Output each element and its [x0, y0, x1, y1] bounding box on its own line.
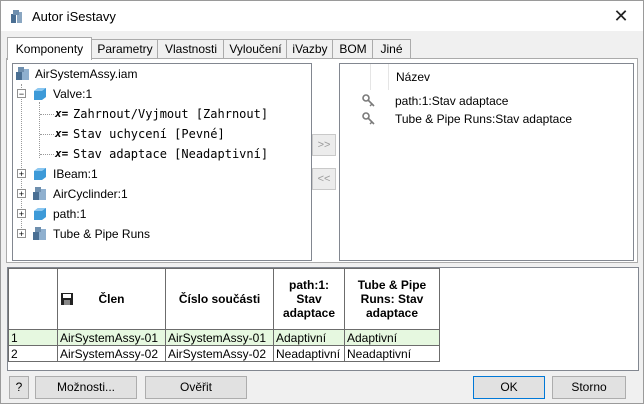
window-title: Autor iSestavy [32, 9, 116, 24]
save-icon [61, 293, 73, 305]
row-number[interactable]: 2 [8, 345, 58, 362]
app-icon [11, 10, 22, 23]
cell-tube-adaptace[interactable]: Adaptivní [344, 329, 440, 346]
component-tree[interactable]: AirSystemAssy.iam − Valve:1 x= Zahrnout/… [12, 63, 312, 261]
verify-button[interactable]: Ověřit [145, 376, 247, 399]
corner-cell [8, 268, 58, 330]
expand-icon[interactable]: + [17, 209, 26, 219]
tree-node-label: IBeam:1 [53, 167, 98, 181]
add-button[interactable]: >> [312, 134, 336, 156]
cell-tube-adaptace[interactable]: Neadaptivní [344, 345, 440, 362]
parameter-icon: x= [55, 127, 69, 140]
column-header-tube-adaptace[interactable]: Tube & Pipe Runs: Stav adaptace [344, 268, 440, 330]
tree-root-label: AirSystemAssy.iam [35, 67, 138, 81]
expand-icon[interactable]: + [17, 229, 26, 239]
tree-node-label: Tube & Pipe Runs [53, 227, 150, 241]
key-icon [362, 112, 375, 125]
cell-part-number[interactable]: AirSystemAssy-02 [165, 345, 274, 362]
table-row[interactable]: 2 AirSystemAssy-02 AirSystemAssy-02 Nead… [8, 345, 440, 362]
column-label: Člen [98, 292, 125, 306]
parameter-icon: x= [55, 107, 69, 120]
tab-komponenty[interactable]: Komponenty [7, 37, 92, 60]
members-grid[interactable]: Člen Číslo součásti path:1: Stav adaptac… [7, 267, 639, 371]
part-icon [34, 168, 46, 180]
column-header-part-number[interactable]: Číslo součásti [165, 268, 274, 330]
expand-icon[interactable]: + [17, 189, 26, 199]
tree-param-label: Stav adaptace [Neadaptivní] [73, 147, 269, 161]
tab-vlastnosti[interactable]: Vlastnosti [157, 39, 225, 59]
column-header-nazev[interactable]: Název [388, 64, 626, 90]
column-header-path-adaptace[interactable]: path:1: Stav adaptace [273, 268, 345, 330]
tab-ivazby[interactable]: iVazby [286, 39, 334, 59]
remove-button[interactable]: << [312, 168, 336, 190]
tree-param-label: Stav uchycení [Pevné] [73, 127, 225, 141]
cell-path-adaptace[interactable]: Adaptivní [273, 329, 345, 346]
components-tab-panel: AirSystemAssy.iam − Valve:1 x= Zahrnout/… [6, 58, 638, 263]
cell-member[interactable]: AirSystemAssy-01 [57, 329, 166, 346]
tree-param-label: Zahrnout/Vyjmout [Zahrnout] [73, 107, 269, 121]
expand-icon[interactable]: + [17, 169, 26, 179]
assembly-icon [16, 67, 29, 80]
cell-member[interactable]: AirSystemAssy-02 [57, 345, 166, 362]
help-icon: ? [15, 380, 23, 394]
assembly-icon [33, 187, 46, 200]
parameter-icon: x= [55, 147, 69, 160]
dialog-window: Autor iSestavy ✕ Komponenty Parametry Vl… [0, 0, 644, 404]
table-row[interactable]: 1 AirSystemAssy-01 AirSystemAssy-01 Adap… [8, 329, 440, 346]
close-icon[interactable]: ✕ [609, 4, 633, 28]
cell-part-number[interactable]: AirSystemAssy-01 [165, 329, 274, 346]
assembly-icon [33, 227, 46, 240]
part-icon [34, 208, 46, 220]
cancel-button[interactable]: Storno [552, 376, 626, 399]
tab-parametry[interactable]: Parametry [91, 39, 159, 59]
key-icon [362, 94, 375, 107]
tree-node-label: path:1 [53, 207, 87, 221]
collapse-icon[interactable]: − [17, 89, 26, 99]
help-button[interactable]: ? [9, 376, 29, 399]
part-icon [34, 88, 46, 100]
tab-vylouceni[interactable]: Vyloučení [223, 39, 288, 59]
tree-node-label: AirCyclinder:1 [53, 187, 128, 201]
options-button[interactable]: Možnosti... [35, 376, 137, 399]
list-item[interactable]: path:1:Stav adaptace [395, 92, 508, 110]
tab-bom[interactable]: BOM [332, 39, 374, 59]
selected-parameters-list[interactable]: Název path:1:Stav adaptace Tube & Pipe R… [339, 63, 634, 261]
tab-jine[interactable]: Jiné [372, 39, 411, 59]
column-header-member[interactable]: Člen [57, 268, 166, 330]
tree-valve-label: Valve:1 [53, 87, 93, 101]
cell-path-adaptace[interactable]: Neadaptivní [273, 345, 345, 362]
title-bar[interactable]: Autor iSestavy ✕ [1, 1, 643, 31]
row-number[interactable]: 1 [8, 329, 58, 346]
list-item[interactable]: Tube & Pipe Runs:Stav adaptace [395, 110, 572, 128]
ok-button[interactable]: OK [473, 376, 545, 399]
